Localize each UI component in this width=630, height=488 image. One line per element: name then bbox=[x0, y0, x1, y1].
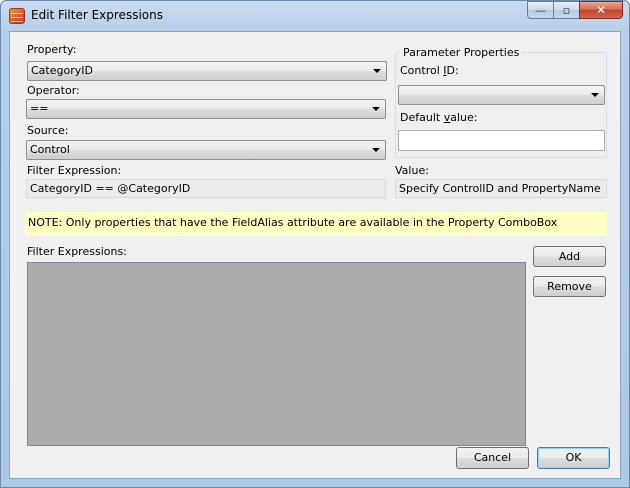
title-bar[interactable]: Edit Filter Expressions — ▫ ✕ bbox=[1, 1, 629, 31]
filter-expressions-label: Filter Expressions: bbox=[27, 245, 127, 258]
dialog-client-area: Property: CategoryID Operator: == Source… bbox=[9, 31, 621, 479]
parameter-properties-title: Parameter Properties bbox=[401, 46, 522, 59]
operator-label: Operator: bbox=[27, 84, 80, 97]
source-selected-value: Control bbox=[30, 143, 70, 156]
filter-expressions-listbox[interactable] bbox=[27, 262, 526, 446]
filter-expression-label: Filter Expression: bbox=[27, 164, 122, 177]
default-value-label: Default value: bbox=[400, 111, 478, 124]
property-combobox[interactable]: CategoryID bbox=[27, 61, 387, 81]
chevron-down-icon bbox=[372, 107, 380, 111]
minimize-icon: — bbox=[535, 3, 546, 17]
chevron-down-icon bbox=[372, 148, 380, 152]
default-value-input[interactable] bbox=[398, 130, 605, 151]
cancel-button[interactable]: Cancel bbox=[456, 447, 529, 469]
edit-filter-expressions-window: Edit Filter Expressions — ▫ ✕ Property: … bbox=[0, 0, 630, 488]
value-label: Value: bbox=[395, 164, 429, 177]
maximize-icon: ▫ bbox=[562, 3, 571, 17]
close-icon: ✕ bbox=[595, 3, 607, 17]
value-field: Specify ControlID and PropertyName bbox=[395, 179, 607, 198]
operator-combobox[interactable]: == bbox=[26, 99, 386, 119]
source-combobox[interactable]: Control bbox=[26, 140, 386, 160]
property-label: Property: bbox=[27, 43, 77, 56]
chevron-down-icon bbox=[591, 93, 599, 97]
add-button[interactable]: Add bbox=[533, 246, 606, 267]
app-icon bbox=[9, 8, 25, 24]
fieldalias-note: NOTE: Only properties that have the Fiel… bbox=[25, 212, 607, 236]
maximize-button[interactable]: ▫ bbox=[553, 1, 579, 19]
caption-buttons: — ▫ ✕ bbox=[527, 1, 623, 20]
minimize-button[interactable]: — bbox=[527, 1, 553, 19]
operator-selected-value: == bbox=[30, 102, 49, 115]
filter-expression-field: CategoryID == @CategoryID bbox=[26, 179, 386, 198]
close-button[interactable]: ✕ bbox=[579, 1, 623, 19]
source-label: Source: bbox=[27, 124, 69, 137]
control-id-label: Control ID: bbox=[400, 64, 459, 77]
property-selected-value: CategoryID bbox=[31, 64, 93, 77]
chevron-down-icon bbox=[373, 69, 381, 73]
remove-button[interactable]: Remove bbox=[533, 276, 606, 297]
ok-button[interactable]: OK bbox=[537, 447, 610, 469]
control-id-combobox[interactable] bbox=[398, 85, 605, 105]
window-title: Edit Filter Expressions bbox=[31, 8, 163, 22]
